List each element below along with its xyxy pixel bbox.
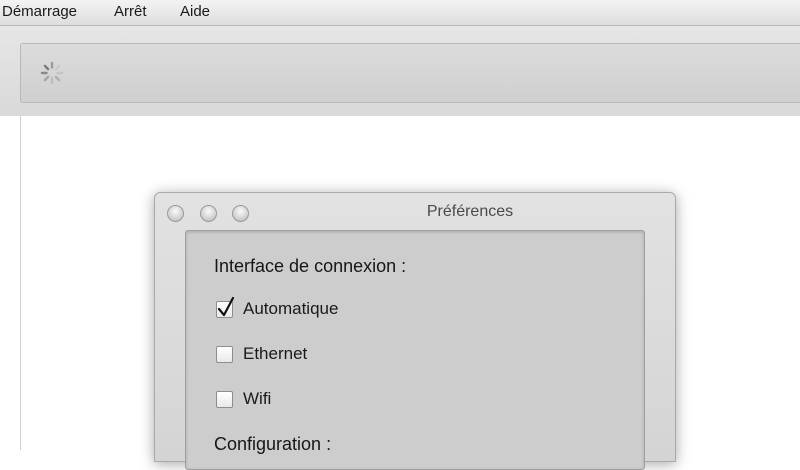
wifi-checkbox[interactable] <box>216 390 233 408</box>
option-ethernet[interactable]: Ethernet <box>216 343 307 365</box>
wifi-label: Wifi <box>243 389 272 408</box>
menu-bar: Démarrage Arrêt Aide <box>0 0 800 26</box>
menu-aide[interactable]: Aide <box>180 3 210 21</box>
menu-arret[interactable]: Arrêt <box>114 3 147 21</box>
automatique-label: Automatique <box>243 299 339 318</box>
checkmark-icon <box>217 296 235 316</box>
preferences-panel: Interface de connexion : Automatique Eth… <box>185 230 645 470</box>
menu-demarrage[interactable]: Démarrage <box>2 3 77 21</box>
toolbar <box>20 43 800 103</box>
option-wifi[interactable]: Wifi <box>216 388 271 410</box>
loading-spinner-icon <box>40 61 64 85</box>
option-automatique[interactable]: Automatique <box>216 296 339 320</box>
dialog-title: Préférences <box>426 203 514 220</box>
connection-interface-heading: Interface de connexion : <box>214 256 407 276</box>
automatique-checkbox[interactable] <box>216 296 235 318</box>
preferences-dialog: Préférences Interface de connexion : Aut… <box>154 192 676 470</box>
ethernet-label: Ethernet <box>243 344 308 363</box>
configuration-heading: Configuration : <box>214 434 332 454</box>
ethernet-checkbox[interactable] <box>216 345 233 363</box>
